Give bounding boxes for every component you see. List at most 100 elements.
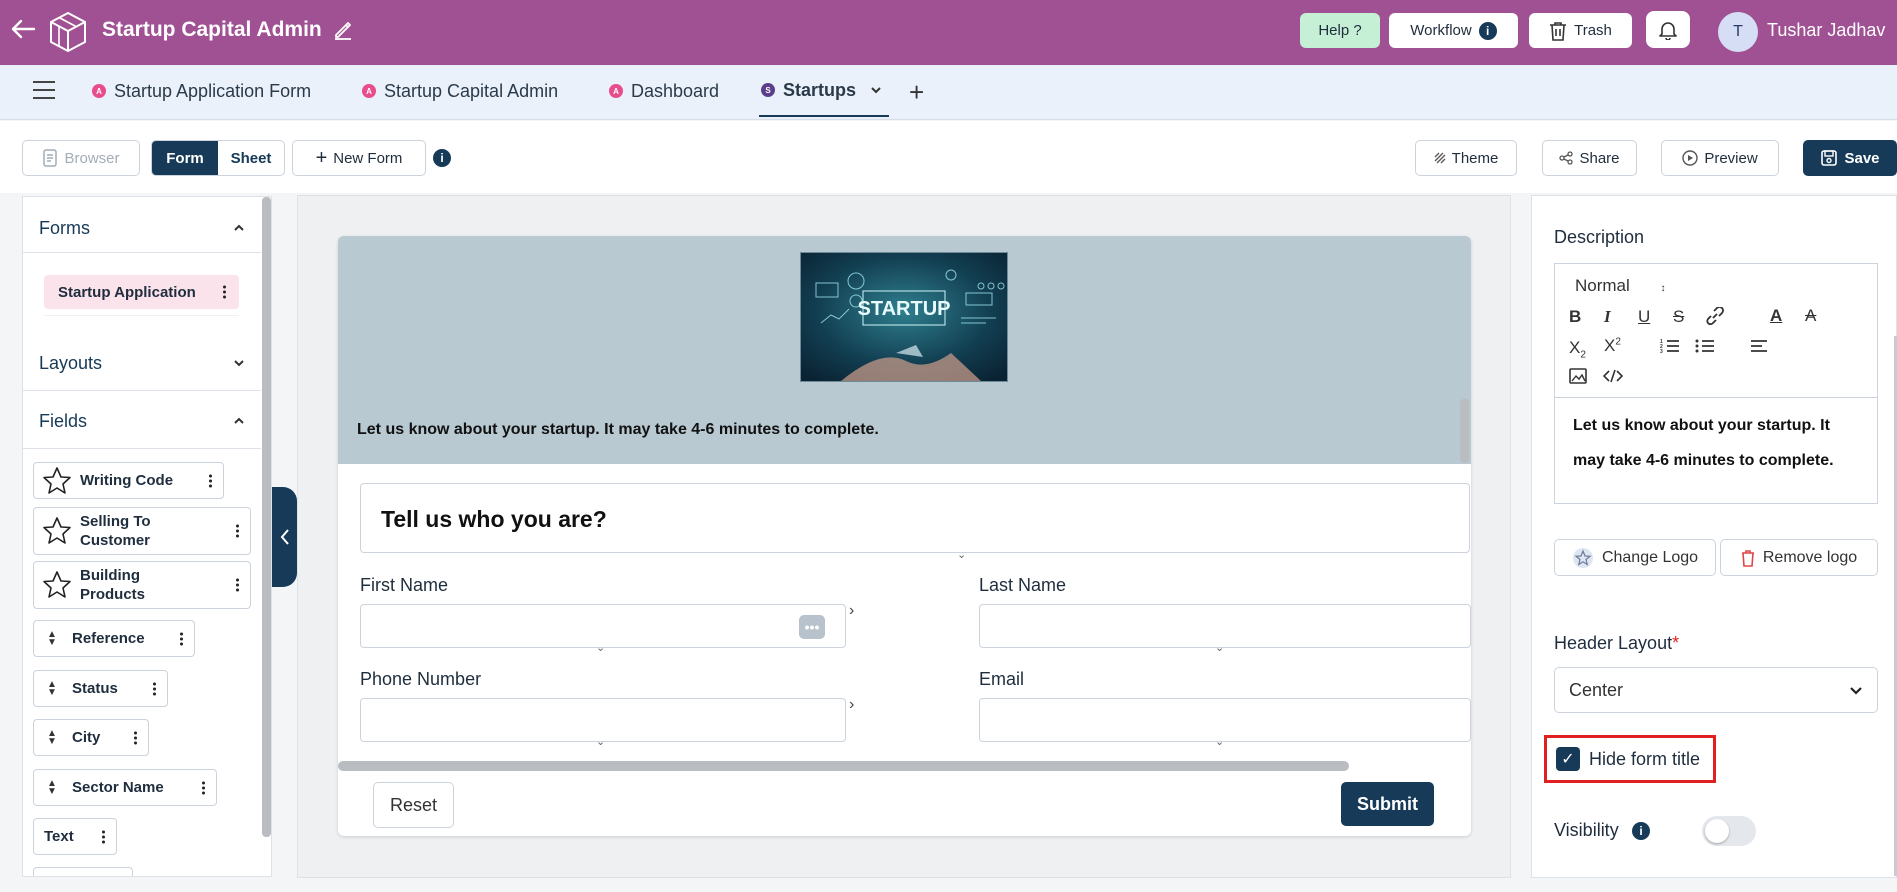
field-city[interactable]: ▲ ▼ City <box>33 719 149 756</box>
hide-form-title-checkbox[interactable]: ✓ <box>1556 747 1580 771</box>
field-selling-to-customer[interactable]: Selling To Customer <box>33 507 251 555</box>
bold-icon[interactable]: B <box>1569 307 1581 327</box>
layouts-section-header[interactable]: Layouts <box>23 335 261 391</box>
trash-button[interactable]: Trash <box>1529 13 1632 48</box>
last-name-label: Last Name <box>979 575 1067 595</box>
submit-button[interactable]: Submit <box>1341 782 1434 826</box>
left-panel-scrollbar[interactable] <box>262 197 271 837</box>
chevron-right-icon[interactable]: › <box>849 602 854 620</box>
form-vertical-scrollbar[interactable] <box>1460 399 1469 463</box>
form-preview-card: STARTUP Let us know about your startup. … <box>338 236 1471 836</box>
tab-startups[interactable]: S Startups <box>759 65 889 117</box>
subscript-icon[interactable]: X2 <box>1569 338 1586 360</box>
save-button[interactable]: Save <box>1803 140 1897 176</box>
phone-number-label: Phone Number <box>360 669 482 689</box>
email-input[interactable] <box>979 698 1471 742</box>
more-options-icon[interactable] <box>236 523 240 540</box>
sheet-view-button[interactable]: Sheet <box>218 141 284 175</box>
superscript-icon[interactable]: X2 <box>1604 336 1621 356</box>
more-options-icon[interactable] <box>209 472 213 489</box>
background-color-icon[interactable]: A <box>1805 306 1816 326</box>
editor-content[interactable]: Let us know about your startup. It may t… <box>1573 408 1863 478</box>
back-arrow-icon[interactable] <box>10 16 40 46</box>
forms-section-header[interactable]: Forms <box>23 200 261 256</box>
field-sector-name[interactable]: ▲ ▼ Sector Name <box>33 769 217 806</box>
tab-startup-capital-admin[interactable]: A Startup Capital Admin <box>362 65 558 117</box>
theme-button[interactable]: Theme <box>1415 140 1517 176</box>
fields-section-header[interactable]: Fields <box>23 393 261 449</box>
field-building-products[interactable]: Building Products <box>33 561 251 609</box>
edit-pencil-icon[interactable] <box>333 20 353 40</box>
header-layout-label: Header Layout* <box>1554 633 1679 654</box>
updown-icon: ▲ ▼ <box>47 777 57 797</box>
image-icon[interactable] <box>1569 368 1587 389</box>
ordered-list-icon[interactable]: 123 <box>1660 338 1680 359</box>
more-options-icon[interactable] <box>134 729 138 746</box>
workflow-button[interactable]: Workflow i <box>1389 13 1518 48</box>
form-horizontal-scrollbar[interactable] <box>338 761 1349 771</box>
description-editor: Normal ↕ B I U S A A X2 X2 123 Let us kn… <box>1554 263 1878 504</box>
remove-logo-button[interactable]: Remove logo <box>1720 539 1878 576</box>
preview-button[interactable]: Preview <box>1661 140 1779 176</box>
format-select[interactable]: Normal ↕ <box>1575 276 1666 296</box>
updown-icon: ↕ <box>1660 283 1666 294</box>
field-reference[interactable]: ▲ ▼ Reference <box>33 620 195 657</box>
italic-icon[interactable]: I <box>1604 307 1611 327</box>
user-name[interactable]: Tushar Jadhav <box>1767 20 1885 41</box>
field-status[interactable]: ▲ ▼ Status <box>33 670 168 707</box>
star-icon <box>43 517 71 544</box>
chevron-up-icon <box>234 224 244 231</box>
more-dots-icon[interactable]: ••• <box>799 615 825 639</box>
form-view-button[interactable]: Form <box>152 141 218 175</box>
reset-button[interactable]: Reset <box>373 782 454 828</box>
strikethrough-icon[interactable]: S <box>1673 307 1684 327</box>
more-options-icon[interactable] <box>223 284 227 301</box>
tab-startup-application-form[interactable]: A Startup Application Form <box>92 65 311 117</box>
hamburger-menu-icon[interactable] <box>33 81 55 101</box>
document-icon <box>43 149 58 167</box>
tab-dashboard[interactable]: A Dashboard <box>609 65 719 117</box>
app-title: Startup Capital Admin <box>102 18 322 41</box>
more-options-icon[interactable] <box>180 630 184 647</box>
header-layout-value: Center <box>1569 679 1624 700</box>
avatar[interactable]: T <box>1718 12 1758 52</box>
forms-title: Forms <box>39 217 90 238</box>
align-left-icon[interactable] <box>1750 338 1768 359</box>
last-name-input[interactable] <box>979 604 1471 648</box>
chevron-down-icon[interactable] <box>870 86 882 94</box>
field-text[interactable]: Text <box>33 818 117 855</box>
hide-form-title-label[interactable]: Hide form title <box>1589 749 1700 770</box>
change-logo-button[interactable]: Change Logo <box>1554 539 1716 576</box>
info-icon[interactable]: i <box>433 149 451 167</box>
form-item-startup-application[interactable]: Startup Application <box>44 275 239 309</box>
info-icon: i <box>1478 21 1497 40</box>
more-options-icon[interactable] <box>153 680 157 697</box>
underline-icon[interactable]: U <box>1638 307 1650 327</box>
more-options-icon[interactable] <box>202 779 206 796</box>
browser-button[interactable]: Browser <box>22 140 140 176</box>
info-icon[interactable]: i <box>1632 822 1650 840</box>
text-color-icon[interactable]: A <box>1770 306 1782 326</box>
collapse-panel-button[interactable] <box>272 487 297 587</box>
visibility-toggle[interactable] <box>1702 816 1756 846</box>
chevron-right-icon[interactable]: › <box>849 696 854 714</box>
header-layout-select[interactable]: Center <box>1554 667 1878 713</box>
more-options-icon[interactable] <box>236 577 240 594</box>
add-tab-icon[interactable]: + <box>909 77 924 108</box>
field-writing-code[interactable]: Writing Code <box>33 462 224 499</box>
bullet-list-icon[interactable] <box>1695 338 1715 359</box>
code-icon[interactable] <box>1602 368 1624 389</box>
chevron-left-icon <box>280 529 289 545</box>
section-title-box[interactable]: Tell us who you are? <box>360 483 1470 553</box>
notifications-button[interactable] <box>1646 11 1690 48</box>
layouts-title: Layouts <box>39 352 103 373</box>
field-partial[interactable] <box>33 867 133 876</box>
startup-logo-image[interactable]: STARTUP <box>800 252 1008 382</box>
link-icon[interactable] <box>1705 306 1725 330</box>
new-form-button[interactable]: + New Form <box>292 140 426 176</box>
trash-label: Trash <box>1574 22 1612 39</box>
share-button[interactable]: Share <box>1542 140 1637 176</box>
more-options-icon[interactable] <box>102 828 106 845</box>
help-button[interactable]: Help ? <box>1300 13 1380 48</box>
form-item-label: Startup Application <box>58 283 196 301</box>
